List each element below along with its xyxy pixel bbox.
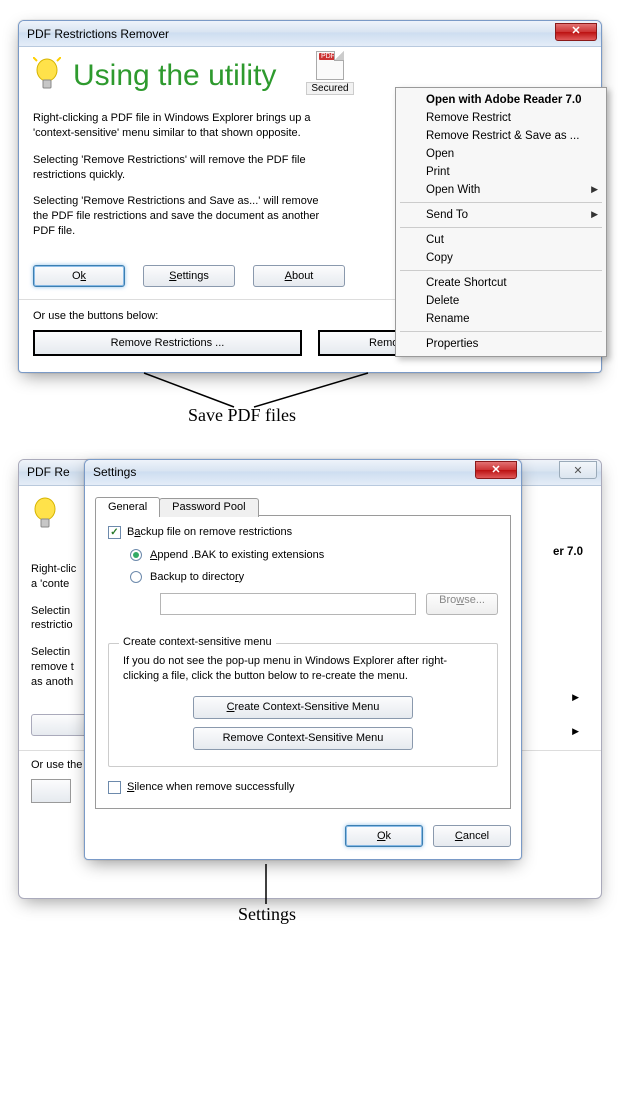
menu-properties[interactable]: Properties [398, 335, 604, 353]
append-bak-radio[interactable]: Append .BAK to existing extensions [130, 549, 498, 561]
window-title: PDF Restrictions Remover [27, 27, 169, 41]
heading-text: Using the utility [73, 59, 276, 93]
menu-send-to[interactable]: Send To [398, 206, 604, 224]
menu-create-shortcut[interactable]: Create Shortcut [398, 274, 604, 292]
settings-dialog: Settings ✕ General Password Pool Backup … [84, 459, 522, 860]
bg-chevron-right-icon: ▶ [572, 726, 579, 737]
paragraph-3: Selecting 'Remove Restrictions and Save … [33, 194, 333, 239]
bg-chevron-right-icon: ▶ [572, 692, 579, 703]
lightbulb-icon [31, 496, 59, 534]
about-button[interactable]: About [253, 265, 345, 287]
settings-ok-button[interactable]: Ok [345, 825, 423, 847]
menu-open-with[interactable]: Open With [398, 181, 604, 199]
remove-restrictions-button[interactable]: Remove Restrictions ... [33, 330, 302, 356]
annotation-settings: Settings [238, 904, 296, 925]
context-menu-group: Create context-sensitive menu If you do … [108, 643, 498, 767]
paragraph-1: Right-clicking a PDF file in Windows Exp… [33, 111, 333, 141]
titlebar: PDF Restrictions Remover ✕ [19, 21, 601, 47]
backup-directory-input[interactable] [160, 593, 416, 615]
tab-password-pool[interactable]: Password Pool [159, 498, 258, 517]
create-context-menu-button[interactable]: Create Context-Sensitive Menu [193, 696, 413, 719]
radio-icon [130, 571, 142, 583]
callout-1: Save PDF files [18, 373, 602, 433]
bg-title: PDF Re [27, 465, 70, 479]
remove-context-menu-button[interactable]: Remove Context-Sensitive Menu [193, 727, 413, 750]
menu-open-reader[interactable]: Open with Adobe Reader 7.0 [398, 91, 604, 109]
bg-close-icon: ✕ [559, 461, 597, 479]
bg-reader-fragment: er 7.0 [553, 546, 583, 558]
callout-2: Settings [18, 864, 602, 934]
main-window: PDF Restrictions Remover ✕ Secured Open … [18, 20, 602, 373]
tab-general[interactable]: General [95, 497, 160, 516]
menu-open[interactable]: Open [398, 145, 604, 163]
radio-icon [130, 549, 142, 561]
pdf-file-icon: Secured [313, 51, 347, 95]
close-icon[interactable]: ✕ [555, 23, 597, 41]
menu-rename[interactable]: Rename [398, 310, 604, 328]
menu-print[interactable]: Print [398, 163, 604, 181]
settings-button[interactable]: Settings [143, 265, 235, 287]
context-menu: Open with Adobe Reader 7.0 Remove Restri… [395, 87, 607, 357]
checkbox-icon [108, 781, 121, 794]
annotation-save-pdf: Save PDF files [188, 405, 296, 426]
group-text: If you do not see the pop-up menu in Win… [123, 654, 483, 684]
paragraph-2: Selecting 'Remove Restrictions' will rem… [33, 153, 333, 183]
silence-checkbox[interactable]: Silence when remove successfully [108, 781, 498, 794]
menu-remove-save[interactable]: Remove Restrict & Save as ... [398, 127, 604, 145]
secured-badge: Secured [306, 82, 353, 95]
browse-button[interactable]: Browse... [426, 593, 498, 615]
menu-copy[interactable]: Copy [398, 249, 604, 267]
menu-cut[interactable]: Cut [398, 231, 604, 249]
checkbox-icon [108, 526, 121, 539]
menu-remove-restrict[interactable]: Remove Restrict [398, 109, 604, 127]
close-icon[interactable]: ✕ [475, 461, 517, 479]
backup-directory-radio[interactable]: Backup to directory [130, 571, 498, 583]
group-legend: Create context-sensitive menu [119, 636, 276, 648]
backup-checkbox[interactable]: Backup file on remove restrictions [108, 526, 498, 539]
settings-title: Settings [93, 465, 136, 479]
ok-button[interactable]: Ok [33, 265, 125, 287]
menu-delete[interactable]: Delete [398, 292, 604, 310]
lightbulb-icon [33, 57, 61, 95]
settings-cancel-button[interactable]: Cancel [433, 825, 511, 847]
